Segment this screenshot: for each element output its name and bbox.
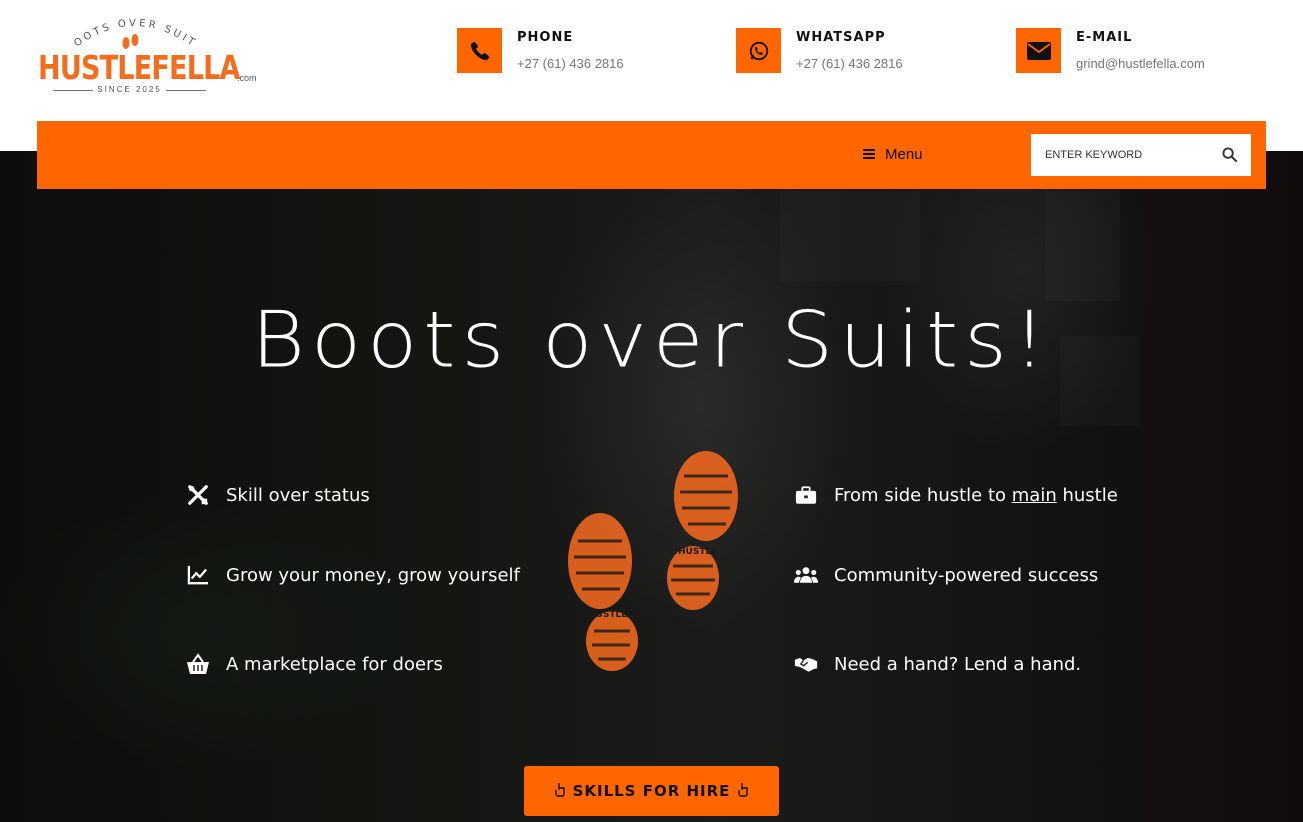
feature-text: Community-powered success bbox=[834, 564, 1099, 586]
feature-text-pre: From side hustle to bbox=[834, 484, 1012, 506]
feature-marketplace: A marketplace for doers bbox=[186, 652, 443, 676]
feature-grow-money: Grow your money, grow yourself bbox=[186, 563, 520, 587]
logo-arc-text: BOOTS OVER SUITS bbox=[38, 10, 196, 50]
feature-text-emph: main bbox=[1011, 484, 1057, 506]
contact-email-value[interactable]: grind@hustlefella.com bbox=[1076, 56, 1205, 71]
hustlefella-logo[interactable]: BOOTS OVER SUITS HUSTLEFELLA .com SINCE … bbox=[38, 10, 263, 100]
logo-wordmark: HUSTLEFELLA bbox=[38, 48, 241, 87]
cta-label: SKILLS FOR HIRE bbox=[572, 782, 731, 800]
feature-community: Community-powered success bbox=[794, 563, 1098, 587]
search-input[interactable] bbox=[1031, 134, 1211, 176]
hero-section: Boots over Suits! Skill over status Grow… bbox=[0, 151, 1303, 822]
phone-icon bbox=[457, 28, 502, 73]
contact-whatsapp-label: WHATSAPP bbox=[796, 30, 886, 45]
briefcase-icon bbox=[794, 483, 818, 507]
chart-line-icon bbox=[186, 563, 210, 587]
contact-phone-label: PHONE bbox=[517, 30, 574, 45]
main-nav-bar: Menu bbox=[37, 121, 1266, 189]
search-box bbox=[1031, 134, 1251, 176]
contact-whatsapp-value[interactable]: +27 (61) 436 2816 bbox=[796, 56, 903, 71]
boot-prints-icon: HUSTLE HUSTLE bbox=[568, 451, 738, 671]
menu-toggle-button[interactable]: Menu bbox=[863, 143, 923, 165]
logo-since: SINCE 2025 bbox=[38, 85, 221, 94]
logo-boot-prints-icon bbox=[122, 34, 139, 49]
feature-side-hustle: From side hustle to main hustle bbox=[794, 483, 1118, 507]
handshake-icon bbox=[794, 652, 818, 676]
feature-text: A marketplace for doers bbox=[226, 653, 443, 675]
feature-text: From side hustle to main hustle bbox=[834, 485, 1118, 506]
hamburger-icon bbox=[863, 149, 875, 159]
feature-skill-over-status: Skill over status bbox=[186, 483, 370, 507]
feature-text: Skill over status bbox=[226, 484, 370, 506]
feature-text: Grow your money, grow yourself bbox=[226, 564, 520, 586]
svg-text:BOOTS OVER SUITS: BOOTS OVER SUITS bbox=[38, 10, 199, 50]
users-icon bbox=[794, 563, 818, 587]
contact-email-label: E-MAIL bbox=[1076, 30, 1133, 45]
boot-label: HUSTLE bbox=[678, 547, 717, 557]
feature-text-post: hustle bbox=[1056, 484, 1118, 506]
pointing-hand-icon bbox=[738, 782, 749, 801]
tools-icon bbox=[186, 483, 210, 507]
basket-icon bbox=[186, 652, 210, 676]
feature-lend-a-hand: Need a hand? Lend a hand. bbox=[794, 652, 1081, 676]
hero-headline: Boots over Suits! bbox=[251, 295, 1052, 386]
feature-text: Need a hand? Lend a hand. bbox=[834, 653, 1082, 675]
envelope-icon bbox=[1016, 28, 1061, 73]
boot-label: HUSTLE bbox=[588, 610, 627, 620]
pointing-hand-icon bbox=[554, 782, 565, 801]
skills-for-hire-button[interactable]: SKILLS FOR HIRE bbox=[524, 766, 779, 816]
menu-label: Menu bbox=[885, 145, 923, 163]
whatsapp-icon bbox=[736, 28, 781, 73]
contact-phone-value[interactable]: +27 (61) 436 2816 bbox=[517, 56, 624, 71]
logo-tld: .com bbox=[237, 73, 257, 83]
search-icon[interactable] bbox=[1222, 147, 1238, 167]
